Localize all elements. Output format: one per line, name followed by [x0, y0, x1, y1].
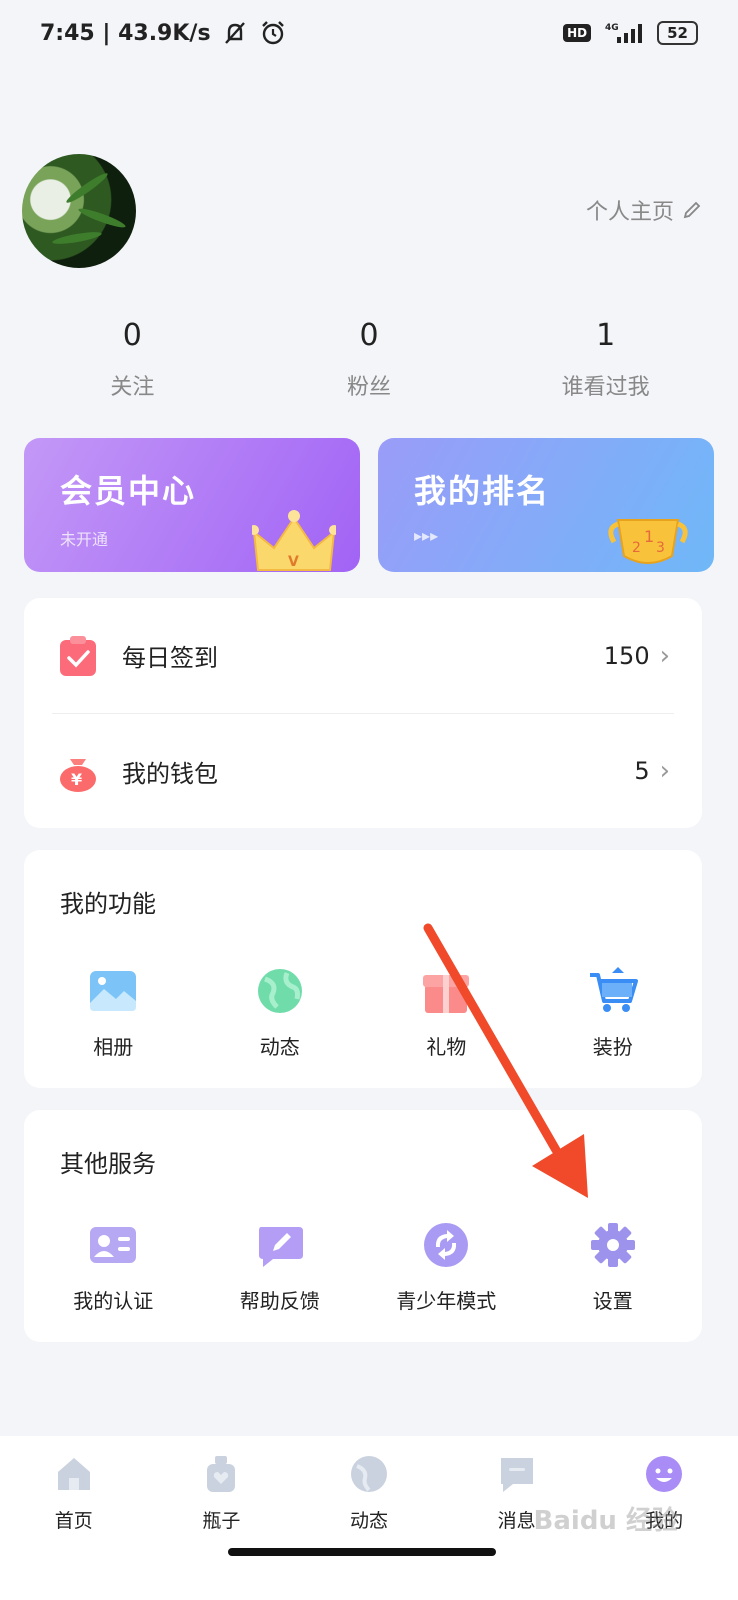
svg-text:4G: 4G — [605, 23, 619, 33]
verification-label: 我的认证 — [73, 1289, 154, 1313]
stat-count: 0 — [122, 318, 142, 353]
tab-home[interactable]: 首页 — [14, 1454, 134, 1600]
svg-text:¥: ¥ — [71, 770, 82, 789]
tab-label: 动态 — [349, 1510, 388, 1532]
other-services-section: 其他服务 我的认证 帮助反馈 青少年模式 设置 — [24, 1110, 702, 1342]
stat-following[interactable]: 0 关注 — [32, 318, 232, 401]
gift-icon — [423, 975, 470, 1013]
money-bag-icon: ¥ — [60, 759, 96, 792]
tab-label: 瓶子 — [202, 1510, 241, 1532]
stat-label: 关注 — [110, 375, 155, 400]
daily-checkin-row[interactable]: 每日签到 150 › — [24, 598, 702, 713]
my-ranking-card[interactable]: 我的排名 ▸▸▸ 2 1 3 — [378, 438, 714, 572]
gift-label: 礼物 — [426, 1035, 467, 1059]
album-button[interactable]: 相册 — [38, 967, 188, 1060]
album-label: 相册 — [93, 1035, 134, 1059]
help-feedback-label: 帮助反馈 — [239, 1289, 320, 1313]
status-bar: 7:45 | 43.9K/s HD 4G 52 — [0, 0, 738, 66]
feedback-icon — [258, 1227, 303, 1267]
my-functions-section: 我的功能 相册 动态 礼物 装扮 — [24, 850, 702, 1088]
stat-fans[interactable]: 0 粉丝 — [269, 318, 469, 401]
chevron-right-icon: › — [659, 640, 670, 671]
album-icon — [90, 971, 137, 1011]
stat-label: 谁看过我 — [561, 375, 650, 400]
settings-label: 设置 — [592, 1289, 633, 1313]
tab-label: 首页 — [54, 1510, 93, 1532]
stat-label: 粉丝 — [346, 375, 391, 400]
gear-icon — [590, 1223, 635, 1267]
profile-header: 个人主页 — [0, 150, 738, 270]
bottle-icon — [207, 1456, 236, 1492]
moments-button[interactable]: 动态 — [205, 967, 355, 1060]
stat-visitors[interactable]: 1 谁看过我 — [506, 318, 706, 401]
teen-mode-icon — [424, 1223, 469, 1267]
stats-row: 0 关注 0 粉丝 1 谁看过我 — [0, 318, 738, 401]
alarm-icon — [261, 21, 284, 45]
section-title: 其他服务 — [60, 1150, 156, 1178]
home-icon — [57, 1458, 90, 1490]
wallet-label: 我的钱包 — [122, 759, 218, 788]
moments-label: 动态 — [259, 1035, 300, 1059]
tab-moments[interactable]: 动态 — [309, 1454, 429, 1600]
rank-title: 我的排名 — [414, 472, 551, 510]
watermark: Baidu 经验 — [533, 1506, 678, 1536]
teen-mode-button[interactable]: 青少年模式 — [371, 1221, 521, 1314]
vip-title: 会员中心 — [60, 472, 197, 510]
promo-cards: 会员中心 未开通 V 我的排名 ▸▸▸ 2 1 3 — [24, 438, 714, 572]
id-card-icon — [90, 1227, 137, 1263]
home-indicator — [228, 1548, 496, 1556]
mute-icon — [224, 22, 245, 44]
signal-icon: 4G — [605, 23, 643, 43]
wallet-row[interactable]: ¥ 我的钱包 5 › — [52, 713, 674, 828]
svg-text:3: 3 — [656, 540, 665, 556]
homepage-link[interactable]: 个人主页 — [586, 194, 702, 226]
svg-text:V: V — [288, 554, 299, 570]
globe-icon — [257, 969, 302, 1013]
stat-count: 0 — [359, 318, 379, 353]
edit-icon — [683, 201, 701, 219]
message-icon — [500, 1458, 533, 1492]
battery-indicator: 52 — [657, 21, 698, 45]
section-title: 我的功能 — [60, 890, 156, 918]
svg-text:2: 2 — [632, 540, 641, 556]
checkin-value: 150 — [603, 641, 650, 670]
trophy-icon: 2 1 3 — [608, 519, 688, 564]
hd-badge: HD — [563, 24, 592, 42]
smiley-icon — [646, 1456, 683, 1492]
settings-button[interactable]: 设置 — [538, 1221, 688, 1314]
stat-count: 1 — [596, 318, 616, 353]
chevron-right-icon: › — [659, 756, 670, 786]
checkin-icon — [60, 635, 96, 676]
dress-up-button[interactable]: 装扮 — [538, 967, 688, 1060]
help-feedback-button[interactable]: 帮助反馈 — [205, 1221, 355, 1314]
teen-mode-label: 青少年模式 — [396, 1289, 497, 1313]
dress-up-label: 装扮 — [592, 1035, 633, 1059]
homepage-link-label: 个人主页 — [585, 200, 674, 225]
verification-button[interactable]: 我的认证 — [38, 1221, 188, 1314]
planet-icon — [350, 1456, 387, 1492]
svg-text:1: 1 — [644, 527, 654, 546]
wallet-value: 5 — [634, 757, 650, 785]
tab-bottle[interactable]: 瓶子 — [161, 1454, 281, 1600]
vip-center-card[interactable]: 会员中心 未开通 V — [24, 438, 360, 572]
account-list-card: 每日签到 150 › ¥ 我的钱包 5 › — [24, 598, 702, 828]
gift-button[interactable]: 礼物 — [371, 967, 521, 1060]
avatar[interactable] — [22, 154, 136, 268]
crown-icon: V — [252, 510, 336, 571]
checkin-label: 每日签到 — [122, 644, 218, 672]
cart-icon — [589, 967, 638, 1012]
status-time: 7:45 | 43.9K/s — [40, 20, 211, 46]
